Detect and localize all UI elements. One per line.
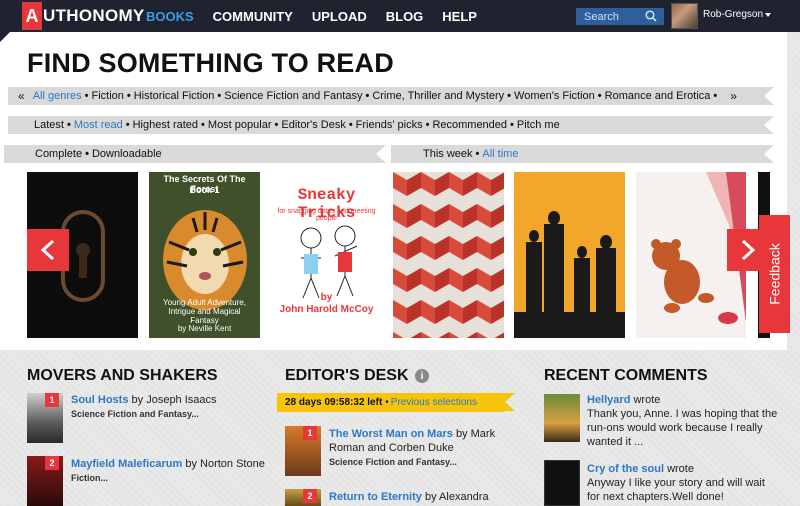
user-avatar[interactable] [671,3,698,29]
movers-title: MOVERS AND SHAKERS [27,367,218,384]
nav-blog[interactable]: BLOG [386,9,424,24]
sort-highest-rated[interactable]: Highest rated [133,119,198,131]
cover-author: by Neville Kent [177,324,232,333]
panel-fold [0,32,10,42]
comment-body: Anyway I like your story and will wait [587,477,765,489]
comment-author-link[interactable]: Cry of the soul [587,463,664,475]
book-genre: Science Fiction and Fantasy... [329,457,457,467]
logo-mark: A [22,2,42,30]
comment-header: Hellyard wrote [587,394,661,406]
info-icon[interactable]: i [415,369,429,383]
feedback-label: Feedback [766,243,783,305]
book-title-link[interactable]: The Worst Man on Mars [329,428,453,440]
book-entry: Return to Eternity by Alexandra [329,491,489,503]
carousel-prev-button[interactable] [27,229,69,271]
book-cover[interactable] [514,172,625,338]
comments-title: RECENT COMMENTS [544,367,708,384]
countdown-text: 28 days 09:58:32 left [285,397,383,408]
genre-scifi[interactable]: Science Fiction and Fantasy [224,90,362,102]
book-title-link[interactable]: Mayfield Maleficarum [71,458,182,470]
chevron-left-icon [40,239,55,261]
book-genre: Science Fiction and Fantasy... [71,409,199,419]
sort-most-read[interactable]: Most read [74,119,123,131]
sort-recommended[interactable]: Recommended [432,119,507,131]
cover-subtitle: Book 1 [189,185,220,195]
chevron-left-icon[interactable]: « [18,89,25,103]
genre-crime[interactable]: Crime, Thriller and Mystery [372,90,504,102]
logo-text: UTHONOMY [43,6,145,25]
genre-womens[interactable]: Women's Fiction [514,90,595,102]
comment-body: for next chapters.Well done! [587,491,724,503]
comment-body: wanted it ... [587,436,644,448]
nav-help[interactable]: HELP [442,9,477,24]
editors-title: EDITOR'S DESK [285,367,409,384]
comment-author-link[interactable]: Hellyard [587,394,630,406]
top-nav: A UTHONOMY BOOKS COMMUNITY UPLOAD BLOG H… [0,0,800,32]
comment-header: Cry of the soul wrote [587,463,694,475]
book-title-link[interactable]: Soul Hosts [71,394,128,406]
period-filter: This week • All time [391,145,774,163]
authonomy-logo[interactable]: A UTHONOMY [22,2,145,30]
countdown-bar: 28 days 09:58:32 left • Previous selecti… [277,393,515,412]
comment-thumbnail[interactable] [544,394,580,442]
period-all-time[interactable]: All time [482,148,518,160]
book-title-link[interactable]: Return to Eternity [329,491,422,503]
comment-body: run-ons would work because I really [587,422,763,434]
period-this-week[interactable]: This week [423,148,473,160]
chevron-right-icon [741,239,756,261]
book-cover[interactable]: Sneaky Tricks for snagging dates and mee… [271,172,382,338]
book-entry: The Worst Man on Mars by Mark [329,428,496,440]
genre-historical[interactable]: Historical Fiction [134,90,215,102]
book-author: Joseph Isaacs [146,394,217,406]
cover-author: John Harold McCoy [279,304,374,315]
nav-community[interactable]: COMMUNITY [213,9,293,24]
book-cover[interactable] [393,172,504,338]
chevron-down-icon[interactable] [765,13,771,17]
book-author: Norton Stone [200,458,265,470]
filter-downloadable[interactable]: Downloadable [92,148,162,160]
previous-selections-link[interactable]: Previous selections [391,397,477,408]
book-author: Mark [470,428,496,440]
genre-filter: « All genres • Fiction • Historical Fictio… [8,87,774,105]
rank-badge: 2 [45,456,59,470]
silhouette-image [514,172,625,338]
book-author: Alexandra [439,491,489,503]
page-title: FIND SOMETHING TO READ [27,48,394,78]
nav-upload[interactable]: UPLOAD [312,9,367,24]
main-menu: BOOKS COMMUNITY UPLOAD BLOG HELP [146,0,496,32]
sort-latest[interactable]: Latest [34,119,64,131]
rank-badge: 1 [303,426,317,440]
book-entry: Soul Hosts by Joseph Isaacs [71,394,217,406]
book-genre: Fiction... [71,473,108,483]
sort-pitch-me[interactable]: Pitch me [517,119,560,131]
sort-friends-picks[interactable]: Friends' picks [356,119,423,131]
book-entry: Mayfield Maleficarum by Norton Stone [71,458,265,470]
search-icon[interactable] [645,10,657,22]
rank-badge: 2 [303,489,317,503]
user-name[interactable]: Rob-Gregson [703,9,763,20]
status-filter: Complete • Downloadable [4,145,386,163]
book-cover[interactable]: The Secrets Of The Forest Book 1 Young A… [149,172,260,338]
genre-all[interactable]: All genres [33,90,82,102]
rank-badge: 1 [45,393,59,407]
sort-most-popular[interactable]: Most popular [208,119,272,131]
filter-complete[interactable]: Complete [35,148,82,160]
chevron-right-icon[interactable]: » [730,89,737,103]
comment-body: Thank you, Anne. I was hoping that the [587,408,778,420]
sort-filter: Latest • Most read • Highest rated • Most p… [8,116,774,134]
genre-fiction[interactable]: Fiction [91,90,123,102]
comment-thumbnail[interactable] [544,460,580,506]
feedback-tab[interactable]: Feedback [759,215,790,333]
book-author-cont: Roman and Corben Duke [329,442,454,454]
nav-books[interactable]: BOOKS [146,9,194,24]
sort-editors-desk[interactable]: Editor's Desk [281,119,345,131]
cover-by: by [320,292,333,303]
genre-romance[interactable]: Romance and Erotica [605,90,711,102]
pattern-image [393,172,504,338]
cover-blurb: Young Adult Adventure, Intrigue and Magi… [163,298,246,325]
